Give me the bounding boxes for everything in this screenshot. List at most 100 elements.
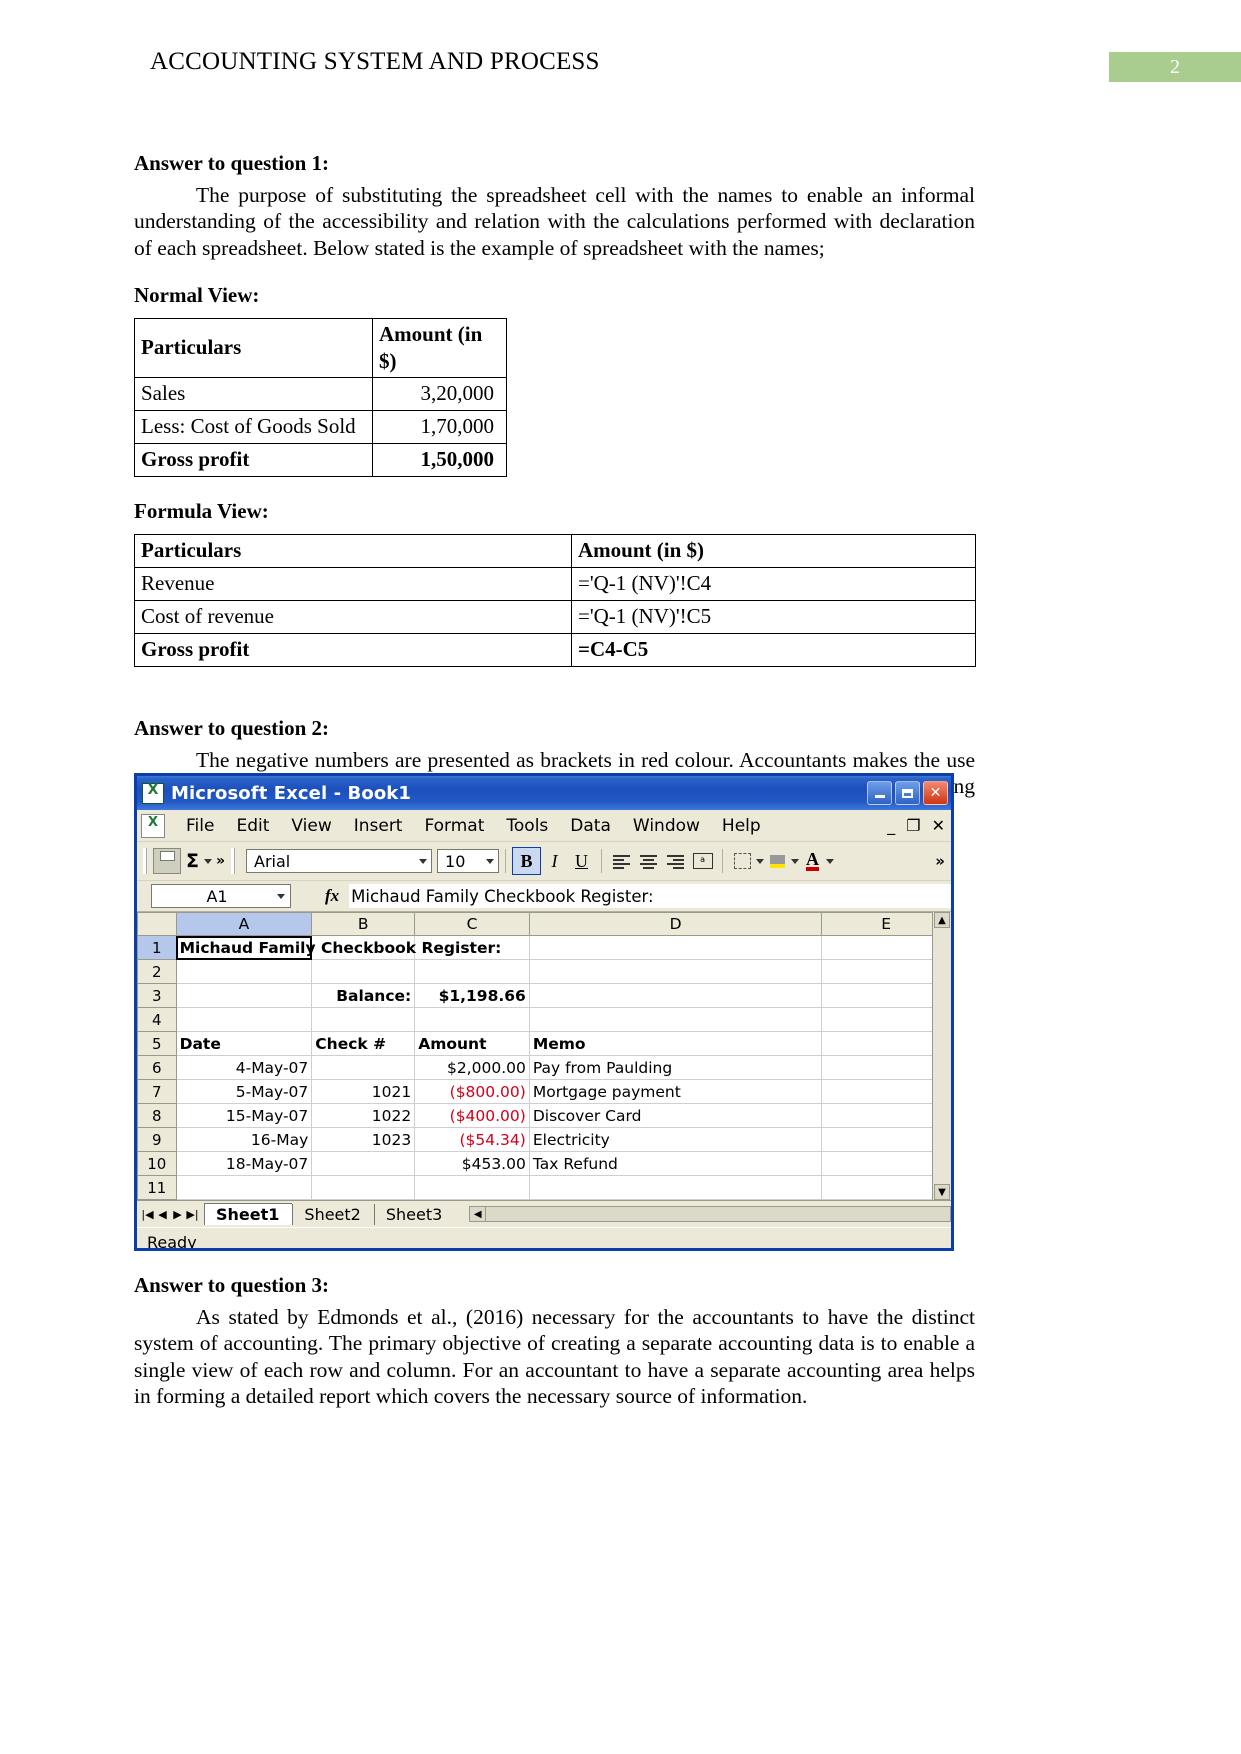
cell-a1[interactable]: Michaud Family Checkbook Register: bbox=[175, 935, 501, 960]
underline-button[interactable]: U bbox=[568, 848, 595, 874]
cell-b6[interactable] bbox=[311, 1055, 416, 1080]
menu-item-insert[interactable]: Insert bbox=[343, 814, 414, 838]
font-size-chevron-down-icon[interactable] bbox=[486, 858, 495, 864]
horizontal-scroll-track[interactable] bbox=[486, 1206, 951, 1222]
select-all-corner[interactable] bbox=[137, 912, 177, 936]
cell-c10[interactable]: $453.00 bbox=[414, 1151, 530, 1176]
sheet-tab-sheet1[interactable]: Sheet1 bbox=[204, 1203, 293, 1225]
cell-a7[interactable]: 5-May-07 bbox=[175, 1079, 313, 1104]
cell-c11[interactable] bbox=[414, 1175, 530, 1200]
cell-a6[interactable]: 4-May-07 bbox=[175, 1055, 313, 1080]
cell-b8[interactable]: 1022 bbox=[311, 1103, 416, 1128]
name-box-chevron-down-icon[interactable] bbox=[277, 893, 285, 899]
sheet-tab-sheet2[interactable]: Sheet2 bbox=[292, 1204, 374, 1225]
cell-c3[interactable]: $1,198.66 bbox=[414, 983, 530, 1008]
menu-item-help[interactable]: Help bbox=[711, 814, 772, 838]
workbook-restore-icon[interactable]: ❐ bbox=[906, 816, 920, 835]
toolbar-overflow-icon[interactable]: » bbox=[212, 854, 229, 868]
cell-c6[interactable]: $2,000.00 bbox=[414, 1055, 530, 1080]
cell-b9[interactable]: 1023 bbox=[311, 1127, 416, 1152]
cell-d1[interactable] bbox=[528, 935, 823, 960]
autosum-chevron-down-icon[interactable] bbox=[203, 858, 212, 864]
cell-d5[interactable]: Memo bbox=[528, 1031, 823, 1056]
column-header-a[interactable]: A bbox=[175, 912, 313, 936]
row-header-4[interactable]: 4 bbox=[137, 1007, 177, 1032]
cell-b7[interactable]: 1021 bbox=[311, 1079, 416, 1104]
menu-item-format[interactable]: Format bbox=[413, 814, 495, 838]
align-right-icon[interactable] bbox=[662, 848, 689, 874]
vertical-scrollbar[interactable]: ▲ ▼ bbox=[932, 912, 951, 1200]
workbook-close-icon[interactable]: ✕ bbox=[932, 816, 945, 835]
font-name-chevron-down-icon[interactable] bbox=[419, 858, 428, 864]
name-box[interactable]: A1 bbox=[151, 884, 291, 908]
scroll-down-icon[interactable]: ▼ bbox=[934, 1184, 950, 1200]
cell-b2[interactable] bbox=[311, 959, 416, 984]
cell-c4[interactable] bbox=[414, 1007, 530, 1032]
cell-b5[interactable]: Check # bbox=[311, 1031, 416, 1056]
bold-button[interactable]: B bbox=[512, 847, 542, 875]
horizontal-scrollbar[interactable]: ◀ bbox=[469, 1206, 951, 1223]
row-header-7[interactable]: 7 bbox=[137, 1079, 177, 1104]
cell-a5[interactable]: Date bbox=[175, 1031, 313, 1056]
cell-a2[interactable] bbox=[175, 959, 313, 984]
row-header-3[interactable]: 3 bbox=[137, 983, 177, 1008]
menu-item-file[interactable]: File bbox=[175, 814, 225, 838]
menu-item-tools[interactable]: Tools bbox=[495, 814, 559, 838]
formula-input[interactable]: Michaud Family Checkbook Register: bbox=[349, 884, 951, 908]
row-header-6[interactable]: 6 bbox=[137, 1055, 177, 1080]
last-sheet-icon[interactable]: ▶| bbox=[185, 1208, 200, 1221]
cell-d6[interactable]: Pay from Paulding bbox=[528, 1055, 823, 1080]
close-icon[interactable]: ✕ bbox=[923, 781, 948, 805]
cell-d10[interactable]: Tax Refund bbox=[528, 1151, 823, 1176]
toolbar-grip[interactable] bbox=[143, 848, 149, 874]
insert-function-icon[interactable]: fx bbox=[325, 886, 339, 906]
cell-c7[interactable]: ($800.00) bbox=[414, 1079, 530, 1104]
cell-d2[interactable] bbox=[528, 959, 823, 984]
menu-item-window[interactable]: Window bbox=[622, 814, 711, 838]
cell-a3[interactable] bbox=[175, 983, 313, 1008]
minimize-button[interactable] bbox=[867, 781, 892, 805]
scroll-up-icon[interactable]: ▲ bbox=[934, 912, 950, 928]
cell-a4[interactable] bbox=[175, 1007, 313, 1032]
cell-d4[interactable] bbox=[528, 1007, 823, 1032]
cell-a8[interactable]: 15-May-07 bbox=[175, 1103, 313, 1128]
row-header-1[interactable]: 1 bbox=[137, 935, 177, 960]
font-toolbar-grip[interactable] bbox=[231, 848, 238, 874]
font-size-combobox[interactable]: 10 bbox=[437, 849, 500, 873]
italic-button[interactable]: I bbox=[541, 848, 568, 874]
column-header-b[interactable]: B bbox=[311, 912, 416, 936]
menu-item-view[interactable]: View bbox=[280, 814, 342, 838]
cell-b4[interactable] bbox=[311, 1007, 416, 1032]
first-sheet-icon[interactable]: |◀ bbox=[140, 1208, 155, 1221]
cell-a9[interactable]: 16-May bbox=[175, 1127, 313, 1152]
row-header-2[interactable]: 2 bbox=[137, 959, 177, 984]
cell-c8[interactable]: ($400.00) bbox=[414, 1103, 530, 1128]
cell-b3[interactable]: Balance: bbox=[311, 983, 416, 1008]
font-name-combobox[interactable]: Arial bbox=[246, 849, 433, 873]
menu-item-edit[interactable]: Edit bbox=[225, 814, 280, 838]
merge-cells-icon[interactable]: a bbox=[689, 848, 716, 874]
font-color-icon[interactable]: A bbox=[799, 848, 826, 874]
sheet-tab-sheet3[interactable]: Sheet3 bbox=[373, 1204, 456, 1225]
align-left-icon[interactable] bbox=[608, 848, 635, 874]
cell-c9[interactable]: ($54.34) bbox=[414, 1127, 530, 1152]
autosum-icon[interactable]: Σ bbox=[181, 850, 204, 872]
font-color-chevron-down-icon[interactable] bbox=[826, 858, 835, 864]
cell-b11[interactable] bbox=[311, 1175, 416, 1200]
row-header-10[interactable]: 10 bbox=[137, 1151, 177, 1176]
cell-d8[interactable]: Discover Card bbox=[528, 1103, 823, 1128]
save-icon[interactable] bbox=[153, 848, 181, 874]
align-center-icon[interactable] bbox=[635, 848, 662, 874]
borders-chevron-down-icon[interactable] bbox=[756, 858, 765, 864]
scroll-left-icon[interactable]: ◀ bbox=[469, 1206, 487, 1222]
fill-color-icon[interactable] bbox=[764, 848, 791, 874]
cell-a11[interactable] bbox=[175, 1175, 313, 1200]
column-header-d[interactable]: D bbox=[528, 912, 823, 936]
row-header-8[interactable]: 8 bbox=[137, 1103, 177, 1128]
cell-c5[interactable]: Amount bbox=[414, 1031, 530, 1056]
row-header-9[interactable]: 9 bbox=[137, 1127, 177, 1152]
cell-d9[interactable]: Electricity bbox=[528, 1127, 823, 1152]
borders-icon[interactable] bbox=[729, 848, 756, 874]
cell-d7[interactable]: Mortgage payment bbox=[528, 1079, 823, 1104]
cell-d3[interactable] bbox=[528, 983, 823, 1008]
